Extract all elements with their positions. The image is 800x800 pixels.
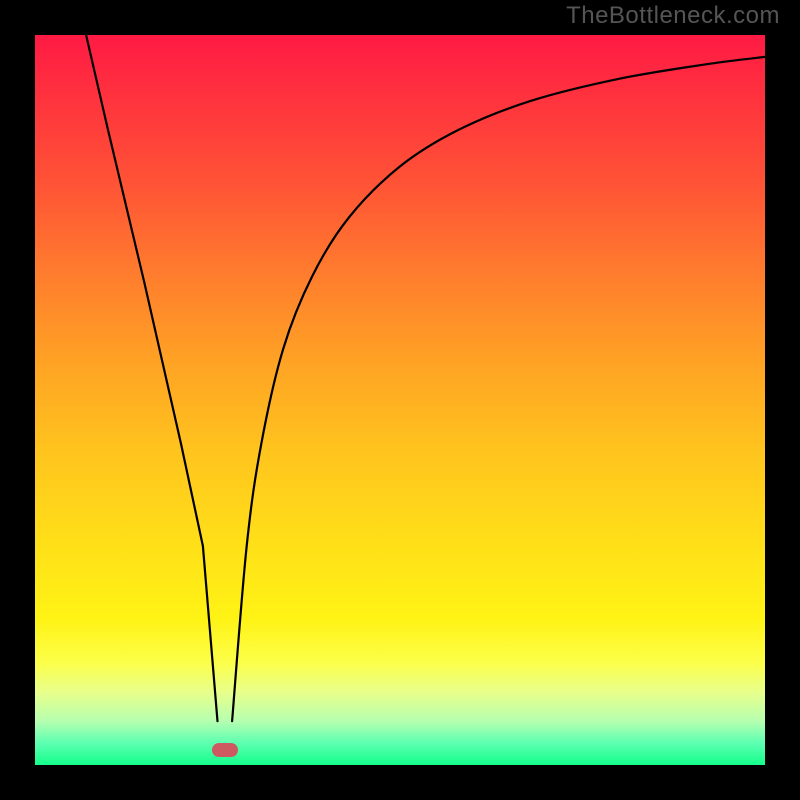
watermark-text: TheBottleneck.com xyxy=(566,2,780,30)
curve-right-branch xyxy=(232,57,765,721)
curve-layer xyxy=(35,35,765,765)
plot-area xyxy=(35,35,765,765)
chart-frame: TheBottleneck.com xyxy=(0,0,800,800)
minimum-marker xyxy=(212,743,238,757)
curve-left-branch xyxy=(86,35,217,721)
